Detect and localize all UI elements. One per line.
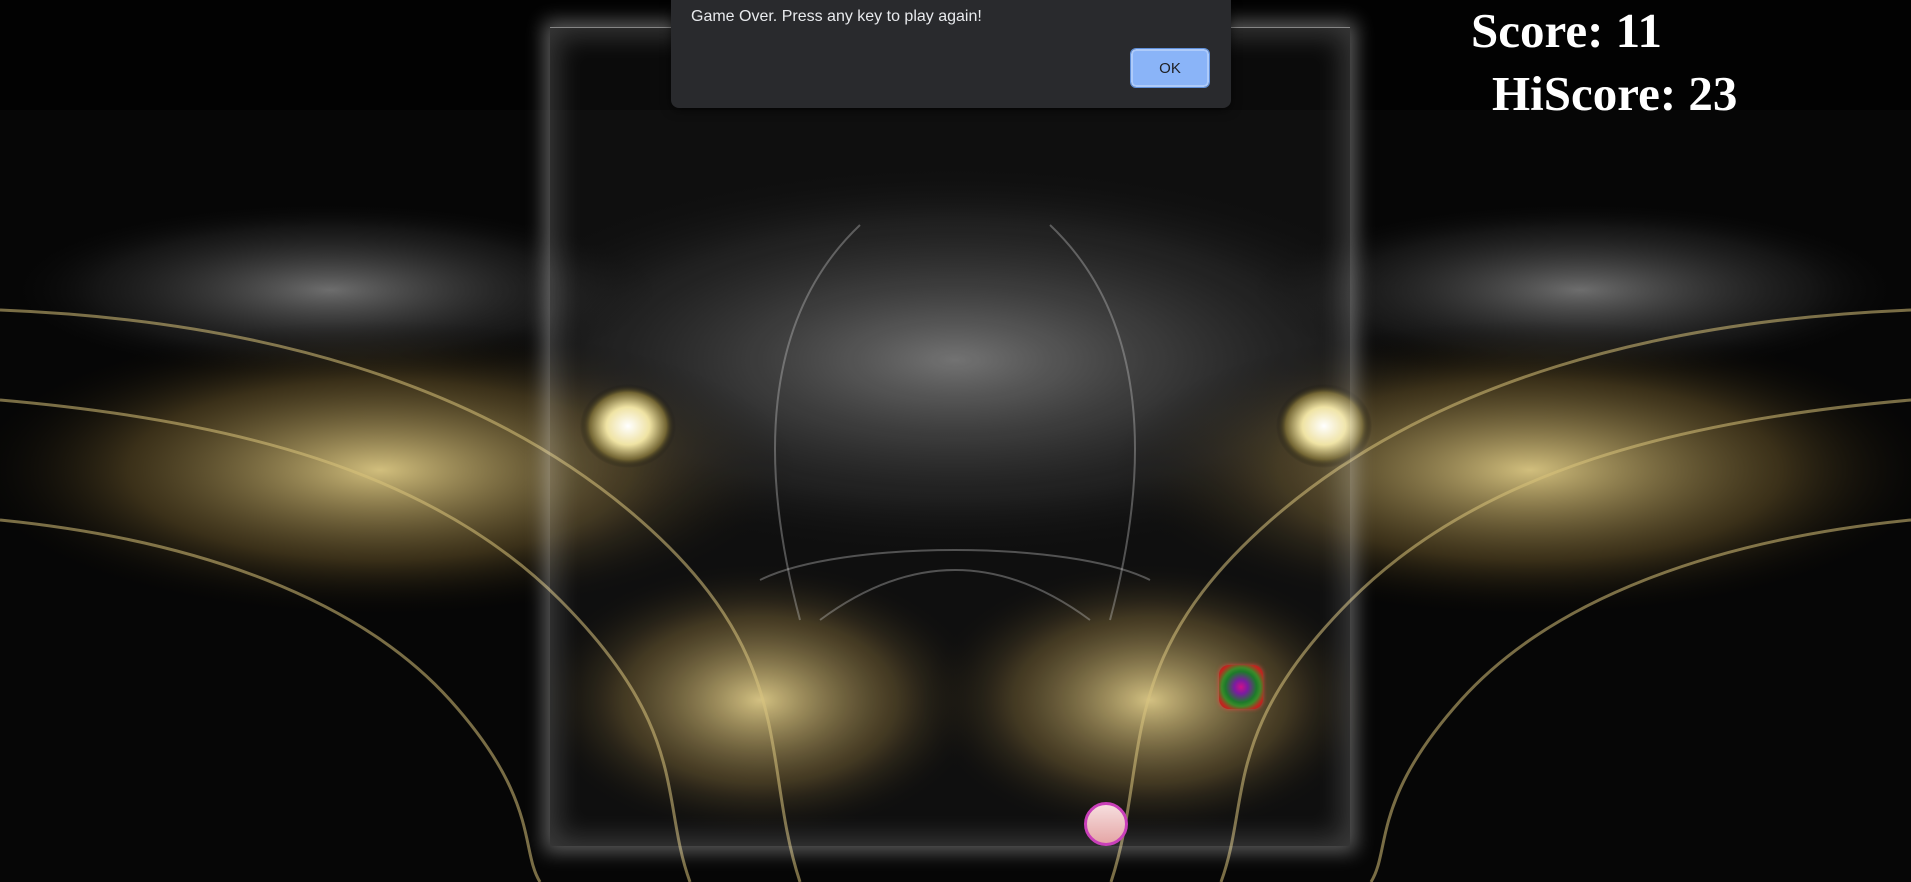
target-block [1219, 665, 1263, 709]
alert-dialog: Game Over. Press any key to play again! … [671, 0, 1231, 108]
game-board [550, 27, 1350, 846]
hiscore-display: HiScore: 23 [1492, 66, 1738, 121]
game-page: Score: 11 HiScore: 23 Game Over. Press a… [0, 0, 1911, 882]
score-display: Score: 11 [1471, 3, 1662, 58]
player-ball [1084, 802, 1128, 846]
ok-button[interactable]: OK [1130, 48, 1210, 88]
alert-message: Game Over. Press any key to play again! [691, 8, 982, 25]
